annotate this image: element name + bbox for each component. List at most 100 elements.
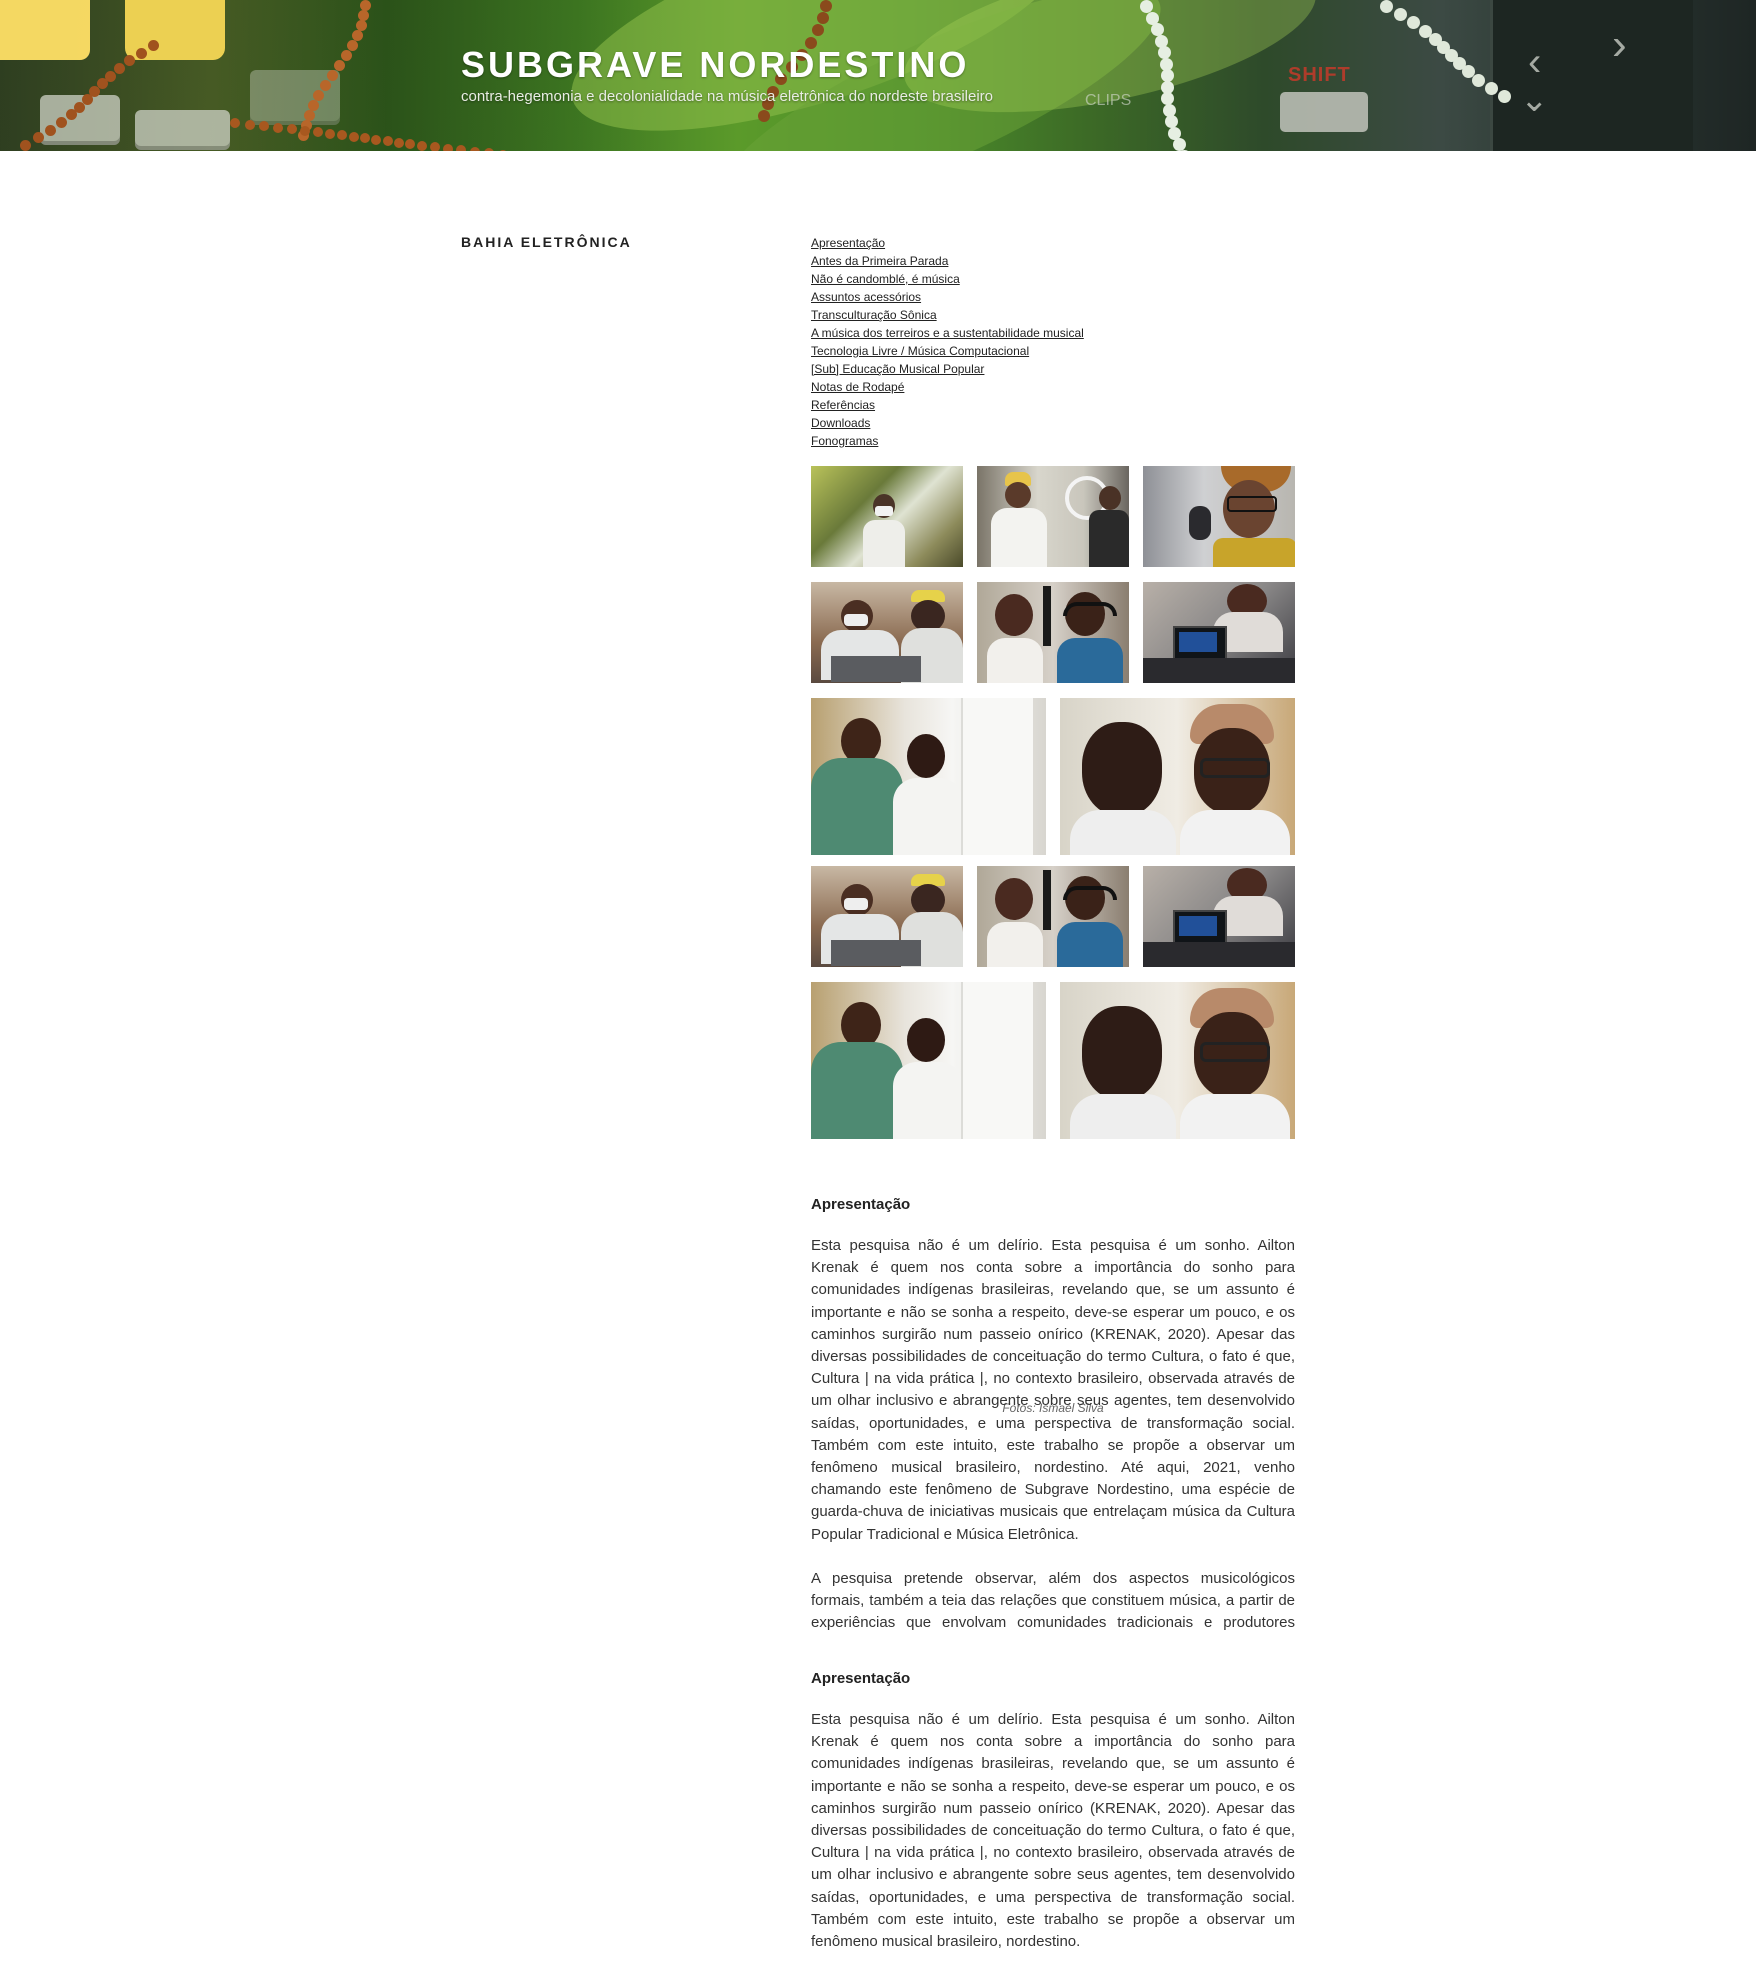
- header-photo-shift-label: SHIFT: [1288, 64, 1351, 86]
- header-photo-bead: [341, 50, 353, 61]
- toc-item: Antes da Primeira Parada: [811, 252, 1295, 270]
- toc-item: Apresentação: [811, 234, 1295, 252]
- header-photo-bead: [286, 124, 297, 135]
- chevron-right-icon: ›: [1612, 20, 1627, 69]
- header-photo-bead: [244, 119, 255, 130]
- toc-link-transculturacao-sonica[interactable]: Transculturação Sônica: [811, 308, 937, 322]
- gallery-photo[interactable]: [811, 698, 1046, 855]
- header-photo-bead: [347, 40, 359, 51]
- header-photo-bead: [455, 145, 466, 151]
- toc-link-notas-de-rodape[interactable]: Notas de Rodapé: [811, 380, 904, 394]
- header-photo-bead: [230, 118, 240, 128]
- header-photo-bead: [300, 125, 311, 136]
- header-photo-bead: [820, 0, 832, 12]
- header-photo-bead: [44, 124, 56, 136]
- toc-link-antes-da-primeira-parada[interactable]: Antes da Primeira Parada: [811, 254, 948, 268]
- header-photo-bead: [1484, 81, 1498, 95]
- gallery-photo[interactable]: [977, 866, 1129, 967]
- toc-item: Não é candomblé, é música: [811, 270, 1295, 288]
- site-description: contra-hegemonia e decolonialidade na mú…: [461, 88, 993, 105]
- header-photo-shift-key: [1280, 92, 1368, 132]
- chevron-down-icon: ⌄: [1520, 81, 1549, 119]
- header-photo-bead: [273, 122, 284, 133]
- header-photo-light: [0, 0, 90, 60]
- header-photo-bead: [483, 148, 494, 151]
- presentation-section: Apresentação Esta pesquisa não é um delí…: [811, 1670, 1295, 1975]
- gallery-photo[interactable]: [1143, 466, 1295, 567]
- gallery-photo[interactable]: [811, 466, 963, 567]
- section-paragraph: Esta pesquisa não é um delírio. Esta pes…: [811, 1237, 1295, 1543]
- chevron-left-icon: ‹: [1528, 40, 1542, 84]
- header-photo-clips-label: CLIPS: [1085, 92, 1132, 109]
- gallery-photo[interactable]: [1060, 982, 1295, 1139]
- header-photo-bead: [337, 130, 348, 141]
- header-photo-key: [250, 70, 340, 125]
- site-title[interactable]: SUBGRAVE NORDESTINO: [461, 44, 969, 86]
- header-photo-bead: [360, 133, 371, 144]
- toc-item: A música dos terreiros e a sustentabilid…: [811, 324, 1295, 342]
- site-header: SHIFT CLIPS › ‹ ⌄ SUBGRAVE NORDESTINO co…: [0, 0, 1756, 151]
- section-heading: Apresentação: [811, 1670, 911, 1687]
- header-photo-bead: [114, 63, 126, 75]
- header-photo-bead: [55, 116, 67, 128]
- header-photo-bead: [334, 60, 346, 71]
- gallery-photo[interactable]: [977, 466, 1129, 567]
- toc-item: Referências: [811, 396, 1295, 414]
- header-photo-bead: [104, 70, 116, 82]
- header-photo-bead: [1394, 8, 1408, 22]
- toc-link-fonogramas[interactable]: Fonogramas: [811, 434, 878, 448]
- section-paragraph: Esta pesquisa não é um delírio. Esta pes…: [811, 1711, 1295, 1951]
- gallery-photo[interactable]: [977, 582, 1129, 683]
- table-of-contents: Apresentação Antes da Primeira Parada Nã…: [811, 234, 1295, 450]
- header-photo-bead: [1380, 0, 1393, 13]
- gallery-photo[interactable]: [811, 982, 1046, 1139]
- header-photo-bead: [135, 47, 147, 59]
- header-photo-bead: [124, 55, 136, 67]
- section-heading: Apresentação: [811, 1196, 911, 1213]
- header-photo-bead: [758, 110, 771, 122]
- header-photo-bead: [32, 132, 44, 144]
- toc-link-sub-educacao-musical[interactable]: [Sub] Educação Musical Popular: [811, 362, 984, 376]
- header-photo-bead: [469, 146, 480, 151]
- toc-item: Downloads: [811, 414, 1295, 432]
- toc-item: Assuntos acessórios: [811, 288, 1295, 306]
- header-photo-bead: [319, 80, 331, 91]
- header-photo-bead: [348, 131, 359, 142]
- header-photo-bead: [382, 136, 393, 147]
- header-photo-bead: [442, 143, 453, 151]
- header-photo-bead: [371, 134, 382, 145]
- header-photo-bead: [393, 137, 404, 148]
- toc-link-musica-dos-terreiros[interactable]: A música dos terreiros e a sustentabilid…: [811, 326, 1084, 340]
- toc-item: Fonogramas: [811, 432, 1295, 450]
- section-paragraph: A pesquisa pretende observar, além dos a…: [811, 1569, 1295, 1632]
- header-photo-bead: [258, 121, 269, 132]
- header-photo-device: [1490, 0, 1693, 151]
- toc-item: [Sub] Educação Musical Popular: [811, 360, 1295, 378]
- gallery-photo[interactable]: [1143, 582, 1295, 683]
- toc-link-assuntos-acessorios[interactable]: Assuntos acessórios: [811, 290, 921, 304]
- toc-link-downloads[interactable]: Downloads: [811, 416, 870, 430]
- gallery-photo[interactable]: [1060, 698, 1295, 855]
- toc-link-tecnologia-livre[interactable]: Tecnologia Livre / Música Computacional: [811, 344, 1029, 358]
- header-photo-bead: [20, 140, 31, 151]
- toc-link-apresentacao[interactable]: Apresentação: [811, 236, 885, 250]
- header-photo-key: [135, 110, 230, 150]
- toc-item: Notas de Rodapé: [811, 378, 1295, 396]
- page-title: BAHIA ELETRÔNICA: [461, 234, 632, 250]
- header-photo-bead: [1178, 150, 1192, 151]
- toc-item: Tecnologia Livre / Música Computacional: [811, 342, 1295, 360]
- photo-gallery: [811, 466, 1295, 1171]
- toc-link-referencias[interactable]: Referências: [811, 398, 875, 412]
- gallery-photo[interactable]: [1143, 866, 1295, 967]
- header-photo-bead: [417, 140, 428, 151]
- header-photo-bead: [429, 142, 440, 151]
- header-photo-bead: [325, 128, 336, 139]
- header-photo-bead: [405, 139, 416, 150]
- header-photo-bead: [1407, 16, 1421, 30]
- toc-link-nao-e-candomble[interactable]: Não é candomblé, é música: [811, 272, 960, 286]
- header-photo-bead: [498, 150, 509, 151]
- header-photo-bead: [313, 127, 324, 138]
- gallery-photo[interactable]: [811, 582, 963, 683]
- page-content: Apresentação Antes da Primeira Parada Nã…: [811, 234, 1295, 1950]
- gallery-photo[interactable]: [811, 866, 963, 967]
